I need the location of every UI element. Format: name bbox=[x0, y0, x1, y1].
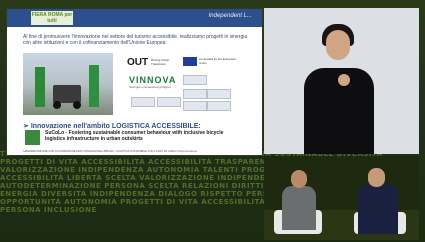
vinnova-logo: VINNOVA bbox=[129, 75, 177, 85]
speaker-left-head bbox=[291, 170, 307, 188]
event-logo: FIERA ROMA per tutti bbox=[31, 11, 73, 25]
partner-logo bbox=[131, 97, 155, 107]
cart-wheel bbox=[53, 101, 61, 109]
interpreter-hand bbox=[338, 74, 350, 86]
cargo-bike-photo bbox=[23, 53, 113, 115]
sign-language-interpreter-video bbox=[264, 8, 419, 154]
kiosk-right bbox=[89, 65, 99, 107]
section-title: ➢ Innovazione nell'ambito LOGISTICA ACCE… bbox=[23, 122, 201, 130]
speakers-video bbox=[264, 156, 419, 240]
partner-logo bbox=[183, 89, 207, 99]
partner-logo bbox=[157, 97, 181, 107]
section-title-text: Innovazione nell'ambito LOGISTICA ACCESS… bbox=[30, 123, 201, 130]
out-logo: OUT bbox=[127, 57, 149, 68]
partner-logo bbox=[183, 101, 207, 111]
kiosk-left bbox=[35, 67, 45, 107]
interpreter-face bbox=[326, 30, 350, 60]
sucolo-logo-icon bbox=[25, 130, 40, 145]
speaker-right-head bbox=[368, 168, 385, 187]
slide-header-label: Independent L... bbox=[208, 13, 252, 19]
slide-header-bar: FIERA ROMA per tutti Independent L... bbox=[7, 9, 262, 27]
eu-cofunded-text: Co-funded by the European Union bbox=[199, 57, 236, 65]
out-logo-subtitle: Driving Urban Transitions bbox=[151, 58, 170, 66]
partner-logo bbox=[207, 89, 231, 99]
vinnova-logo-subtitle: Sveriges innovationsmyndighet bbox=[129, 85, 171, 89]
presentation-slide: FIERA ROMA per tutti Independent L... Al… bbox=[6, 8, 263, 156]
slide-footer: SPERIMENTAZIONE CON LA FONDAZIONE PER L'… bbox=[23, 150, 198, 153]
partner-logo bbox=[183, 75, 207, 85]
speaker-right bbox=[358, 184, 398, 234]
project-description: SuCoLo - Fostering sustainable consumer … bbox=[45, 130, 224, 142]
cart-wheel bbox=[73, 101, 81, 109]
partner-logo bbox=[207, 101, 231, 111]
arrow-icon: ➢ bbox=[23, 123, 31, 130]
speaker-left bbox=[282, 186, 316, 230]
eu-flag-icon bbox=[183, 57, 197, 66]
slide-intro-text: Al fine di promuovere l'innovazione nel … bbox=[23, 34, 248, 46]
